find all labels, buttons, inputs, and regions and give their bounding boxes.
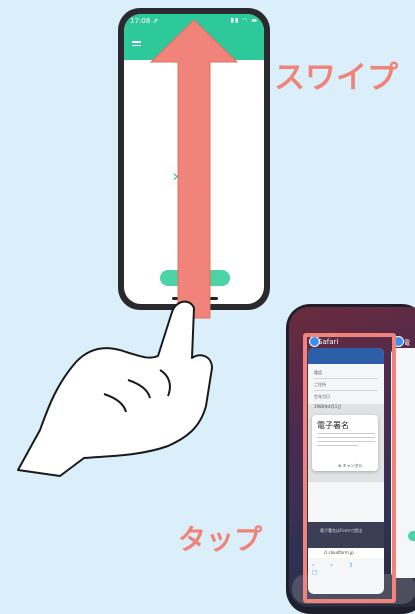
swipe-arrow — [149, 19, 239, 319]
hand-icon — [17, 300, 213, 477]
swipe-label: スワイプ — [274, 60, 398, 96]
tap-label: タップ — [178, 523, 263, 556]
